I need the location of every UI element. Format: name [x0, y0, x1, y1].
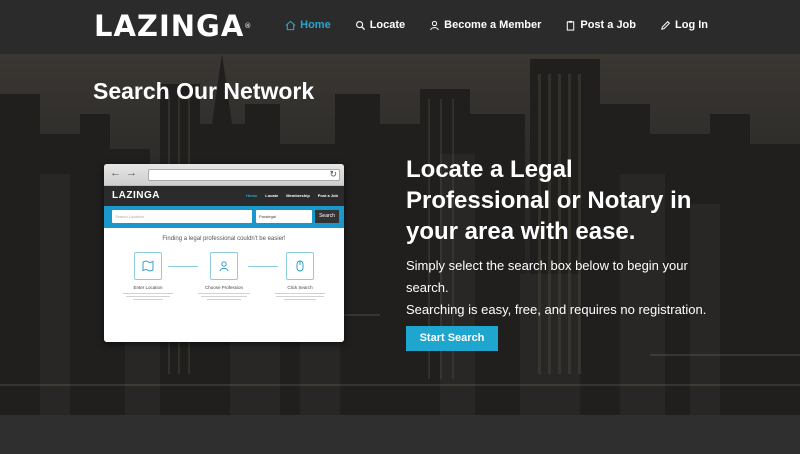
mockup-profession-select: Paralegal — [256, 210, 312, 223]
mockup-step-description — [194, 293, 254, 305]
hero-heading-line: your area with ease. — [406, 218, 636, 245]
mockup-link-post-job: Post a Job — [317, 193, 338, 198]
mockup-link-membership: Membership — [286, 193, 310, 198]
mockup-content: Finding a legal professional couldn't be… — [104, 228, 344, 342]
main-nav: Home Locate Become a Member Post a Job L… — [285, 19, 708, 31]
hero-section-title: Search Our Network — [93, 78, 315, 104]
mockup-text-line — [123, 293, 173, 294]
clipboard-icon — [567, 20, 575, 31]
mockup-link-home: Home — [246, 193, 258, 198]
refresh-icon: ↻ — [329, 169, 337, 179]
mockup-nav-links: Home Locate Membership Post a Job — [246, 193, 338, 198]
back-arrow-icon: ← — [110, 167, 121, 179]
mockup-text-line — [276, 296, 324, 297]
hero-section: Search Our Network ← → ↻ LAZINGA Home Lo… — [0, 54, 800, 415]
hero-description-line: Searching is easy, free, and requires no… — [406, 302, 707, 317]
forward-arrow-icon: → — [126, 167, 137, 179]
people-icon — [219, 261, 229, 272]
mockup-step-description — [270, 293, 330, 305]
nav-home-label: Home — [300, 19, 331, 31]
nav-become-member[interactable]: Become a Member — [429, 19, 541, 31]
mockup-step-label: Click Search — [287, 285, 313, 290]
mockup-search-button: Search — [315, 210, 339, 223]
mockup-link-locate: Locate — [265, 193, 279, 198]
mockup-location-field: Search Location — [112, 210, 252, 223]
mockup-text-line — [198, 293, 250, 294]
registered-mark: ® — [244, 22, 253, 30]
mockup-navbar: LAZINGA Home Locate Membership Post a Jo… — [104, 186, 344, 206]
mockup-url-bar: ↻ — [148, 169, 340, 181]
nav-become-member-label: Become a Member — [444, 19, 542, 31]
mockup-text-line — [284, 299, 316, 300]
start-search-button[interactable]: Start Search — [406, 326, 498, 351]
search-icon — [355, 20, 365, 30]
nav-locate[interactable]: Locate — [355, 19, 405, 31]
mockup-step-search: Click Search — [270, 252, 330, 305]
mockup-text-line — [275, 293, 325, 294]
mockup-step-box — [134, 252, 162, 280]
mockup-tagline: Finding a legal professional couldn't be… — [162, 236, 286, 242]
mockup-text-line — [126, 296, 170, 297]
hero-heading: Locate a Legal Professional or Notary in… — [406, 154, 726, 247]
home-icon — [285, 20, 296, 30]
mockup-step-profession: Choose Profession — [194, 252, 254, 305]
page: LAZINGA® Home Locate Become a Member Pos… — [0, 0, 800, 454]
hero-heading-line: Professional or Notary in — [406, 187, 692, 214]
site-logo[interactable]: LAZINGA® — [94, 9, 253, 43]
user-icon — [430, 20, 440, 30]
nav-login-label: Log In — [675, 19, 708, 31]
nav-post-job-label: Post a Job — [580, 19, 636, 31]
browser-mockup-image: ← → ↻ LAZINGA Home Locate Membership Pos… — [104, 164, 344, 342]
mockup-step-box — [286, 252, 314, 280]
logo-text: LAZINGA — [94, 9, 245, 43]
mockup-logo: LAZINGA — [112, 190, 160, 201]
mockup-step-label: Enter Location — [133, 285, 163, 290]
map-icon — [142, 260, 154, 272]
mockup-step-description — [118, 293, 178, 305]
footer-strip — [0, 415, 800, 454]
mouse-icon — [296, 260, 304, 272]
pencil-icon — [661, 20, 671, 30]
mockup-search-bar: Search Location Paralegal Search — [104, 206, 344, 228]
hero-heading-line: Locate a Legal — [406, 156, 573, 183]
mockup-browser-chrome: ← → ↻ — [104, 164, 344, 186]
hero-description-line: search. — [406, 280, 449, 295]
nav-locate-label: Locate — [369, 19, 406, 31]
mockup-text-line — [201, 296, 247, 297]
mockup-step-location: Enter Location — [118, 252, 178, 305]
mockup-text-line — [133, 299, 163, 300]
nav-login[interactable]: Log In — [660, 19, 708, 31]
mockup-step-box — [210, 252, 238, 280]
nav-home[interactable]: Home — [285, 19, 331, 31]
mockup-text-line — [207, 299, 241, 300]
nav-post-job[interactable]: Post a Job — [565, 19, 636, 31]
top-navbar: LAZINGA® Home Locate Become a Member Pos… — [0, 0, 800, 54]
mockup-step-label: Choose Profession — [204, 285, 244, 290]
hero-description-line: Simply select the search box below to be… — [406, 258, 688, 273]
